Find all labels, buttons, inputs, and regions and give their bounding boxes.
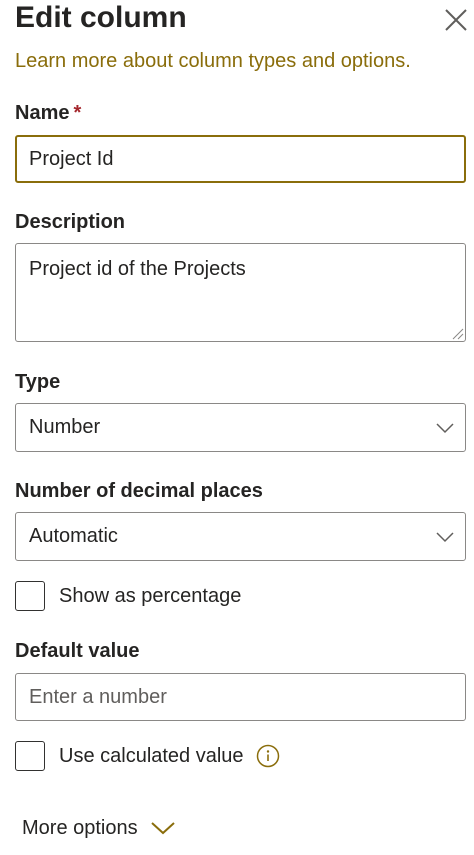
use-calculated-checkbox[interactable]: [15, 741, 45, 771]
name-input[interactable]: [15, 135, 466, 183]
use-calculated-option[interactable]: Use calculated value: [15, 741, 280, 771]
name-label: Name *: [15, 100, 81, 126]
panel-title: Edit column: [15, 1, 187, 34]
show-percentage-label: Show as percentage: [59, 585, 242, 607]
learn-more-link[interactable]: Learn more about column types and option…: [15, 48, 411, 74]
close-icon: [445, 9, 467, 31]
required-marker: *: [73, 102, 82, 124]
type-dropdown[interactable]: Number: [15, 403, 466, 452]
chevron-down-icon: [150, 822, 175, 835]
more-options-toggle[interactable]: More options: [22, 815, 176, 841]
description-textarea[interactable]: Project id of the Projects: [15, 243, 466, 342]
resize-grip-icon[interactable]: [451, 327, 464, 340]
show-percentage-option[interactable]: Show as percentage: [15, 581, 241, 611]
decimal-places-dropdown[interactable]: Automatic: [15, 512, 466, 561]
default-value-label: Default value: [15, 640, 140, 662]
decimal-places-label: Number of decimal places: [15, 480, 263, 502]
type-label: Type: [15, 371, 61, 393]
type-dropdown-value: Number: [29, 416, 101, 438]
decimal-places-dropdown-value: Automatic: [29, 525, 118, 547]
name-label-text: Name: [15, 102, 70, 124]
chevron-down-icon: [436, 423, 454, 434]
close-button[interactable]: [444, 8, 468, 32]
more-options-label: More options: [22, 817, 138, 839]
info-icon[interactable]: [256, 744, 280, 768]
default-value-input[interactable]: [15, 673, 466, 721]
chevron-down-icon: [436, 532, 454, 543]
description-label: Description: [15, 211, 126, 233]
use-calculated-label: Use calculated value: [59, 745, 244, 767]
show-percentage-checkbox[interactable]: [15, 581, 45, 611]
